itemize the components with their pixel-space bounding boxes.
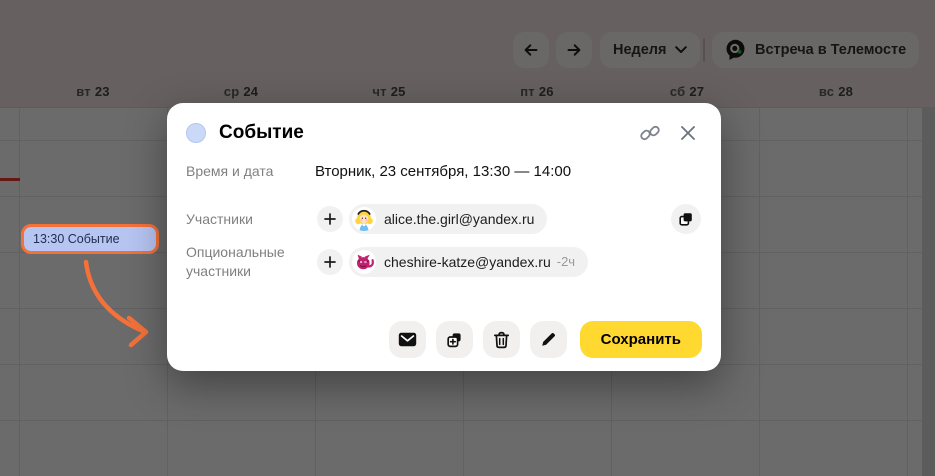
close-button[interactable] (675, 120, 701, 146)
datetime-value: Вторник, 23 сентября, 13:30 — 14:00 (315, 163, 571, 180)
datetime-row: Время и дата Вторник, 23 сентября, 13:30… (186, 162, 701, 180)
trash-icon (493, 331, 510, 349)
participant-email: alice.the.girl@yandex.ru (384, 211, 534, 227)
edit-event-button[interactable] (530, 321, 567, 358)
popup-header: Событие (186, 120, 701, 146)
popup-action-bar: Сохранить (389, 321, 702, 358)
delete-event-button[interactable] (483, 321, 520, 358)
copy-participants-button[interactable] (671, 204, 701, 234)
participant-time-offset: -2ч (557, 254, 575, 269)
optional-participants-row: Опциональные участники (186, 243, 701, 280)
copy-link-button[interactable] (637, 120, 663, 146)
pencil-icon (540, 331, 557, 348)
add-participant-button[interactable] (317, 206, 343, 232)
plus-icon (324, 213, 336, 225)
event-details-popup: Событие Время и дата Вторник, 23 сентябр… (167, 103, 721, 371)
add-optional-participant-button[interactable] (317, 249, 343, 275)
duplicate-icon (446, 331, 463, 348)
tutorial-arrow (55, 252, 160, 350)
popup-title: Событие (219, 122, 637, 144)
save-button[interactable]: Сохранить (580, 321, 702, 358)
copy-icon (678, 211, 694, 227)
optional-participant-email: cheshire-katze@yandex.ru (384, 254, 551, 270)
optional-participant-chip[interactable]: cheshire-katze@yandex.ru -2ч (349, 247, 588, 277)
yandex-calendar-screen: Неделя Встреча в Телемосте вт23 ср24 чт2… (0, 0, 935, 476)
datetime-label: Время и дата (186, 162, 315, 180)
highlighted-event-block[interactable]: 13:30 Событие (21, 224, 159, 254)
participants-label: Участники (186, 210, 315, 228)
event-label: 13:30 Событие (33, 232, 120, 246)
close-icon (678, 123, 698, 143)
plus-icon (324, 256, 336, 268)
avatar-cheshire-cat (352, 250, 376, 274)
avatar-alice (352, 207, 376, 231)
participant-chip[interactable]: alice.the.girl@yandex.ru (349, 204, 547, 234)
link-icon (639, 122, 661, 144)
email-participants-button[interactable] (389, 321, 426, 358)
participants-row: Участники (186, 204, 701, 234)
duplicate-event-button[interactable] (436, 321, 473, 358)
event-color-dot[interactable] (186, 123, 206, 143)
envelope-icon (398, 332, 417, 347)
optional-participants-label: Опциональные участники (186, 243, 315, 280)
